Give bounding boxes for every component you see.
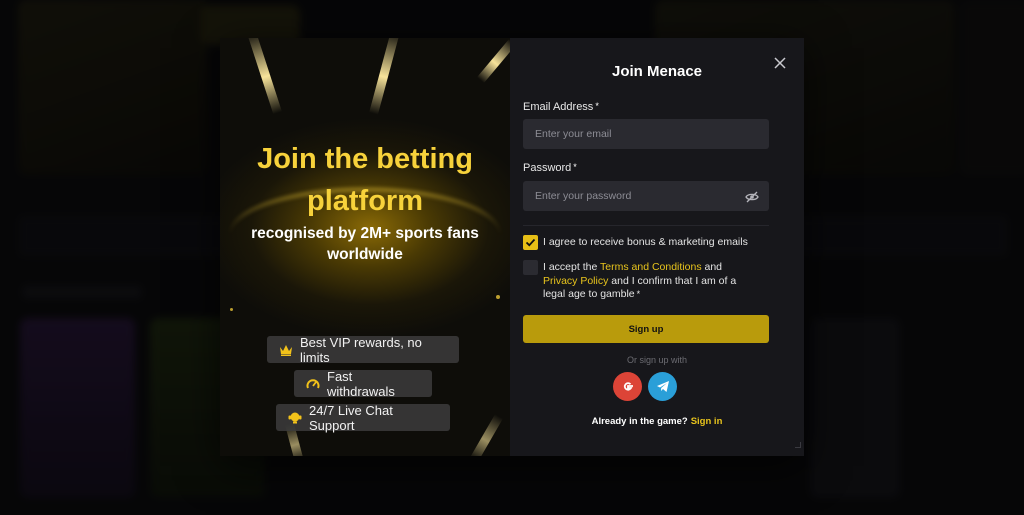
promo-panel: Join the betting platform recognised by …: [220, 38, 510, 456]
password-label: Password *: [523, 162, 577, 174]
already-text: Already in the game?: [591, 416, 688, 427]
terms-middle: and: [701, 261, 723, 273]
signin-link[interactable]: Sign in: [691, 416, 723, 427]
light-ray: [470, 414, 503, 456]
promo-title-line: Join the betting: [257, 143, 473, 175]
terms-suffix: and I confirm that I am of a: [608, 274, 737, 287]
password-field[interactable]: [523, 181, 769, 211]
promo-title-line: platform: [307, 185, 423, 217]
feature-label: Best VIP rewards, no limits: [300, 334, 422, 365]
email-label: Email Address *: [523, 101, 599, 113]
light-ray: [247, 38, 282, 115]
promo-subtitle-line: worldwide: [327, 246, 403, 263]
terms-consent-text: I accept the Terms and Conditions and Pr…: [543, 261, 736, 302]
feature-label: 24/7 Live Chat Support: [309, 402, 393, 433]
required-mark: *: [595, 101, 599, 111]
email-field[interactable]: [523, 119, 769, 149]
or-sign-up-with: Or sign up with: [626, 355, 688, 365]
feature-live-chat: 24/7 Live Chat Support: [276, 402, 450, 433]
telegram-signup-button[interactable]: [648, 372, 677, 401]
resize-corner: [795, 442, 801, 448]
promo-title: Join the betting platform: [220, 138, 510, 222]
feature-fast-withdrawals: Fast withdrawals: [294, 368, 432, 399]
privacy-link[interactable]: Privacy Policy: [543, 275, 608, 287]
crown-icon: [280, 344, 292, 356]
signup-modal: Join the betting platform recognised by …: [220, 38, 804, 456]
terms-link[interactable]: Terms and Conditions: [600, 261, 702, 273]
sparkle: [230, 308, 233, 311]
signup-button[interactable]: Sign up: [523, 315, 769, 343]
close-icon[interactable]: [772, 55, 788, 71]
email-label-text: Email Address: [523, 101, 594, 113]
already-have-account: Already in the game? Sign in: [510, 416, 804, 427]
password-label-text: Password: [523, 162, 572, 174]
terms-suffix-line3: legal age to gamble: [543, 288, 635, 300]
speedometer-icon: [306, 378, 320, 388]
terms-consent-checkbox[interactable]: [523, 260, 538, 275]
light-ray: [476, 38, 510, 84]
google-icon: [623, 381, 633, 391]
eye-off-icon[interactable]: [745, 190, 759, 204]
telegram-icon: [656, 381, 669, 392]
required-mark: *: [636, 289, 641, 299]
support-icon: [288, 412, 302, 424]
google-signup-button[interactable]: [613, 372, 642, 401]
required-mark: *: [573, 162, 577, 172]
bonus-consent-text: I agree to receive bonus & marketing ema…: [543, 236, 748, 248]
light-ray: [369, 38, 400, 115]
terms-prefix: I accept the: [543, 261, 601, 273]
feature-label: Fast withdrawals: [327, 368, 395, 399]
checkmark-icon: [525, 238, 536, 247]
signup-form: Join Menace Email Address* Password* I a…: [510, 38, 804, 456]
divider: [523, 225, 769, 226]
promo-subtitle-line: recognised by 2M+ sports fans: [251, 225, 479, 242]
form-title: Join Menace: [611, 63, 703, 80]
feature-vip-rewards: Best VIP rewards, no limits: [267, 334, 459, 365]
sparkle: [496, 295, 500, 299]
bonus-consent-checkbox[interactable]: [523, 235, 538, 250]
promo-subtitle: recognised by 2M+ sports fans worldwide: [220, 223, 510, 265]
